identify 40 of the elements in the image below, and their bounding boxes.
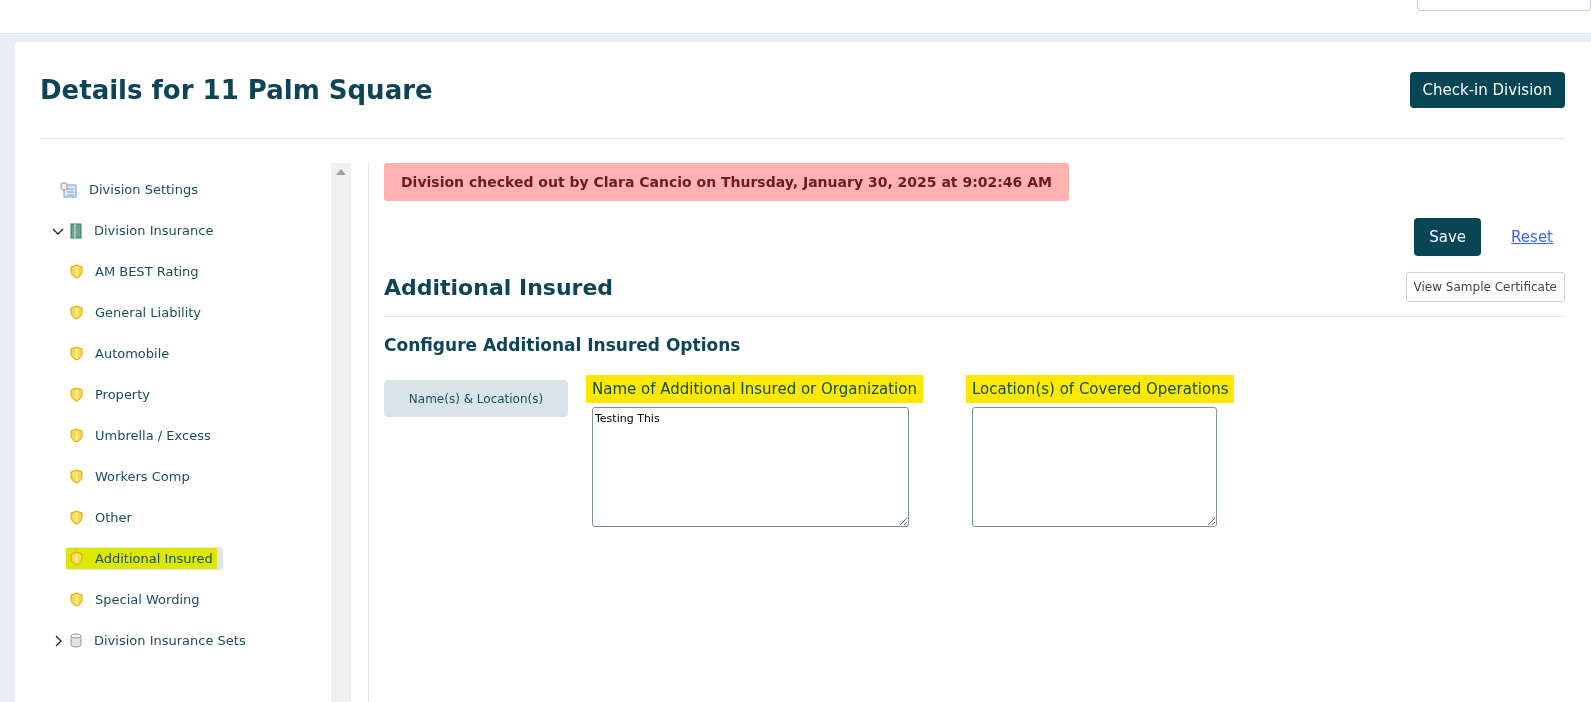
- shield-icon: [70, 428, 83, 443]
- text-area[interactable]: Testing This: [592, 407, 909, 527]
- shield-icon: [70, 551, 83, 566]
- scroll-up-icon[interactable]: [336, 169, 346, 175]
- search-field[interactable]: [1417, 0, 1591, 11]
- shield-icon: [70, 387, 83, 402]
- save-button[interactable]: Save: [1414, 218, 1482, 256]
- tree-item[interactable]: Special Wording: [66, 588, 210, 611]
- view-sample-button[interactable]: View Sample Certificate: [1405, 272, 1565, 302]
- tree-item[interactable]: Division Insurance Sets: [66, 629, 256, 652]
- shield-icon: [70, 264, 83, 279]
- tree-item[interactable]: Division Settings: [56, 177, 208, 202]
- settings-page-icon: [60, 181, 77, 198]
- tree-item[interactable]: General Liability: [66, 301, 212, 324]
- tree-item[interactable]: Workers Comp: [66, 465, 200, 488]
- tree-item[interactable]: AM BEST Rating: [66, 260, 209, 283]
- page-title: Details for 11 Palm Square: [40, 75, 433, 105]
- shield-icon: [70, 469, 83, 484]
- tree-item[interactable]: Umbrella / Excess: [66, 424, 221, 447]
- names-locations-tab[interactable]: Name(s) & Location(s): [384, 380, 568, 417]
- reset-link[interactable]: Reset: [1511, 228, 1553, 246]
- check-in-button[interactable]: Check-in Division: [1409, 72, 1565, 108]
- tree-item[interactable]: Property: [66, 383, 160, 406]
- cylinder-icon: [70, 633, 82, 648]
- text-area[interactable]: [971, 407, 1217, 527]
- shield-icon: [70, 510, 83, 525]
- field-label: Name of Additional Insured or Organization: [586, 375, 923, 403]
- tree-item[interactable]: Other: [66, 506, 142, 529]
- tree-item[interactable]: Additional Insured: [66, 547, 223, 570]
- section-title: Additional Insured: [384, 274, 614, 300]
- field-label: Location(s) of Covered Operations: [965, 375, 1235, 403]
- shield-icon: [70, 305, 83, 320]
- tree-item[interactable]: Division Insurance: [66, 218, 224, 243]
- checkout-alert: Division checked out by Clara Cancio on Thursday, January 30, 2025 at 9:02:46 AM: [384, 163, 1069, 201]
- book-icon: [70, 222, 82, 239]
- section-subtitle: Configure Additional Insured Options: [384, 335, 742, 355]
- shield-icon: [70, 592, 83, 607]
- shield-icon: [70, 346, 83, 361]
- tree-item[interactable]: Automobile: [66, 342, 180, 365]
- scrollbar[interactable]: [331, 163, 351, 702]
